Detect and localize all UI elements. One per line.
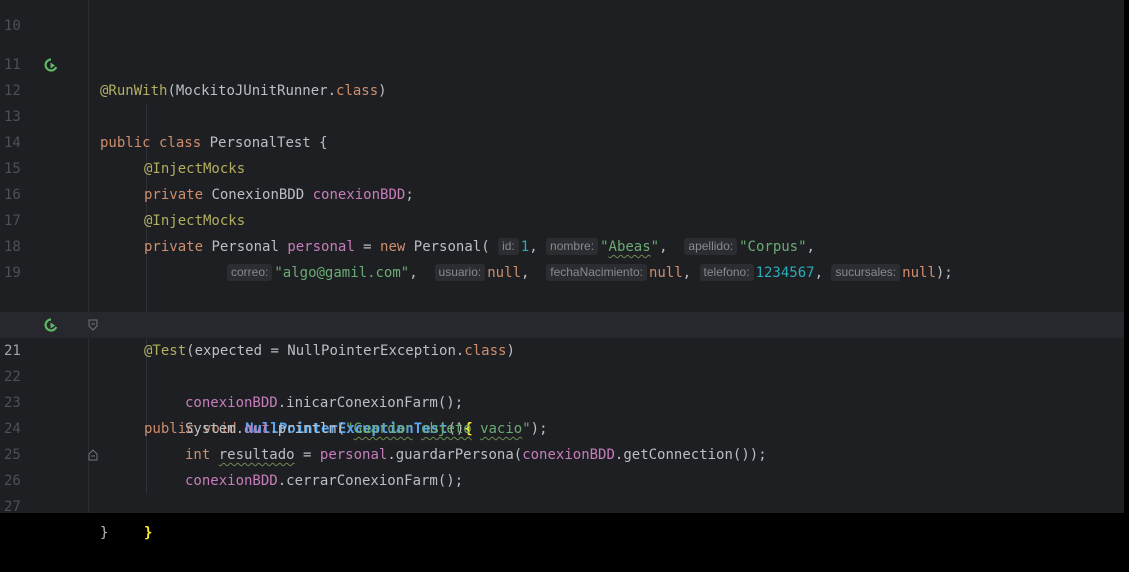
code-line[interactable]: 23 System.out.println("Guardar objeto va… <box>0 364 1124 437</box>
code-line[interactable]: 18 correo: "algo@gamil.com", usuario: null… <box>0 208 1124 281</box>
code-line[interactable]: 25 conexionBDD.cerrarConexionFarm(); <box>0 416 1124 489</box>
code-line[interactable]: 17 private Personal personal = new Perso… <box>0 182 1124 255</box>
fold-end-icon[interactable] <box>88 449 98 461</box>
code-text: } <box>100 525 109 541</box>
code-text: } <box>144 525 153 541</box>
code-line[interactable]: 10 <box>0 0 1124 34</box>
code-line[interactable]: 24 int resultado = personal.guardarPerso… <box>0 390 1124 463</box>
code-line[interactable]: 22 conexionBDD.inicarConexionFarm(); <box>0 338 1124 411</box>
code-line[interactable]: 15 private ConexionBDD conexionBDD; <box>0 130 1124 203</box>
code-line-current[interactable]: 21 public void NullPointerExceptionTest(… <box>0 312 1124 437</box>
code-line[interactable]: 27 } <box>0 468 1124 541</box>
code-line[interactable] <box>0 260 1124 286</box>
run-test-icon[interactable] <box>44 58 58 72</box>
code-editor-window: 10 11 @RunWith(MockitoJUnitRunner.class)… <box>0 0 1129 541</box>
line-number: 27 <box>4 499 21 515</box>
code-line[interactable]: 11 @RunWith(MockitoJUnitRunner.class) <box>0 26 1124 99</box>
code-line[interactable]: 26 } <box>0 442 1124 541</box>
code-line[interactable]: 13 <box>0 78 1124 125</box>
code-line[interactable]: 19 <box>0 234 1124 281</box>
code-line[interactable]: 14 @InjectMocks <box>0 104 1124 177</box>
fold-collapse-icon[interactable] <box>88 319 98 331</box>
code-line[interactable]: 12 public class PersonalTest { <box>0 52 1124 151</box>
run-test-icon[interactable] <box>44 318 58 332</box>
code-line[interactable]: 20 @Test(expected = NullPointerException… <box>0 286 1124 359</box>
code-line[interactable]: 16 @InjectMocks <box>0 156 1124 229</box>
